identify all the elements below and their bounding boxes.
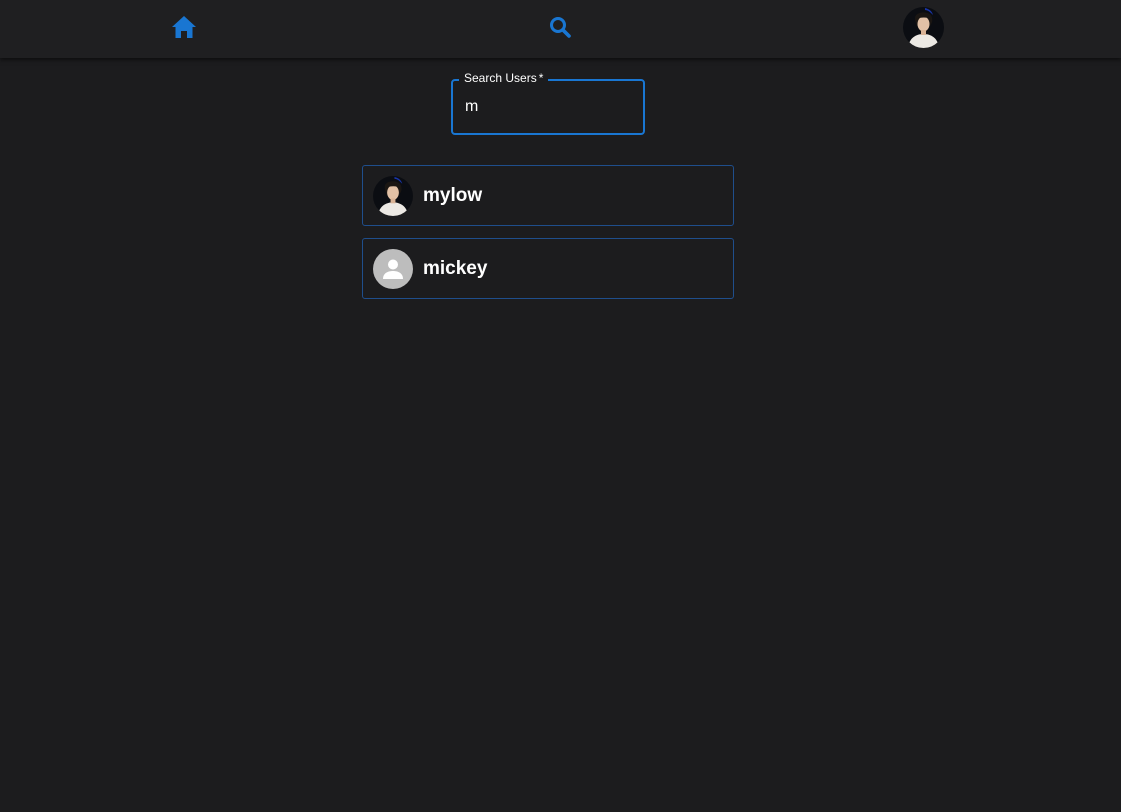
default-person-icon (373, 248, 413, 289)
search-icon[interactable] (546, 13, 574, 41)
home-icon[interactable] (170, 13, 198, 41)
search-users-label: Search Users * (459, 70, 549, 86)
user-results-list: mylow mickey (362, 165, 734, 311)
required-marker: * (538, 71, 544, 85)
user-result-item[interactable]: mylow (362, 165, 734, 226)
profile-avatar[interactable] (903, 7, 944, 48)
search-label-text: Search Users (464, 71, 537, 85)
username-label: mylow (423, 184, 483, 206)
user-avatar (373, 175, 413, 216)
username-label: mickey (423, 257, 488, 279)
search-input[interactable] (465, 96, 635, 118)
top-navigation-bar (0, 0, 1121, 58)
user-result-item[interactable]: mickey (362, 238, 734, 299)
